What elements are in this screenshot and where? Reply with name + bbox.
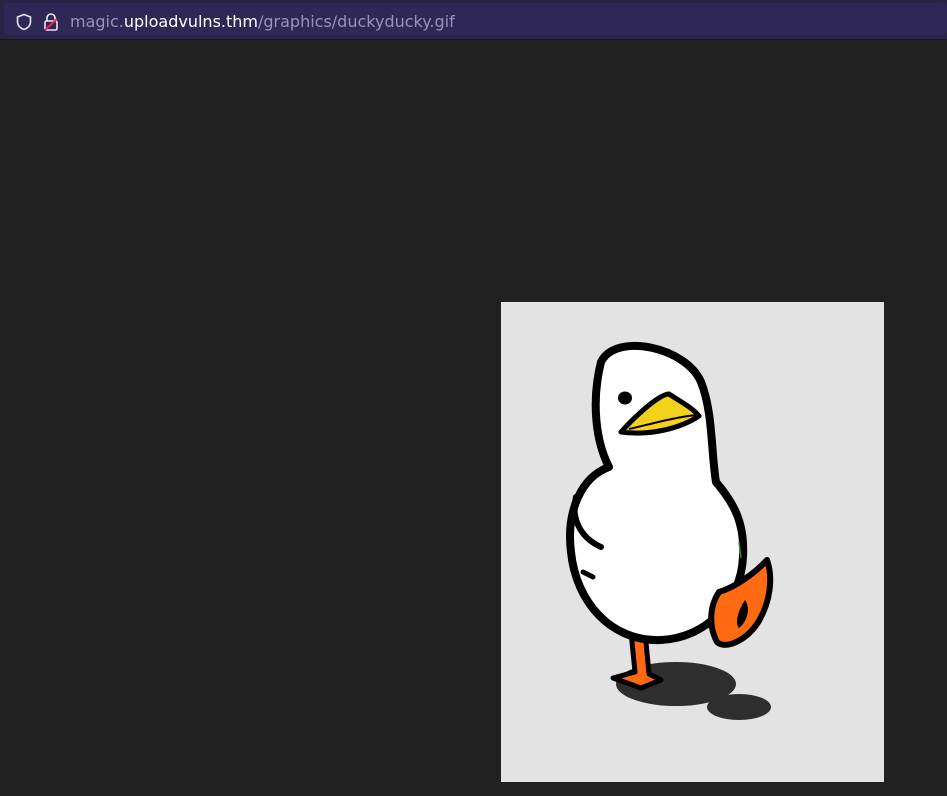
url-path: /graphics/duckyducky.gif <box>257 12 455 31</box>
duck-gif-image <box>501 302 884 782</box>
insecure-lock-icon[interactable] <box>42 12 60 32</box>
shield-icon[interactable] <box>15 13 33 31</box>
address-bar[interactable]: magic.uploadvulns.thm/graphics/duckyduck… <box>4 3 947 35</box>
duck-illustration <box>566 342 774 720</box>
duck-foot-shadow <box>707 694 771 720</box>
url-prefix: magic. <box>70 12 124 31</box>
image-viewer-page <box>0 40 947 796</box>
url-text[interactable]: magic.uploadvulns.thm/graphics/duckyduck… <box>70 12 455 32</box>
url-host: uploadvulns.thm <box>123 12 258 31</box>
duck-eye <box>618 391 632 405</box>
browser-toolbar: magic.uploadvulns.thm/graphics/duckyduck… <box>0 0 947 40</box>
